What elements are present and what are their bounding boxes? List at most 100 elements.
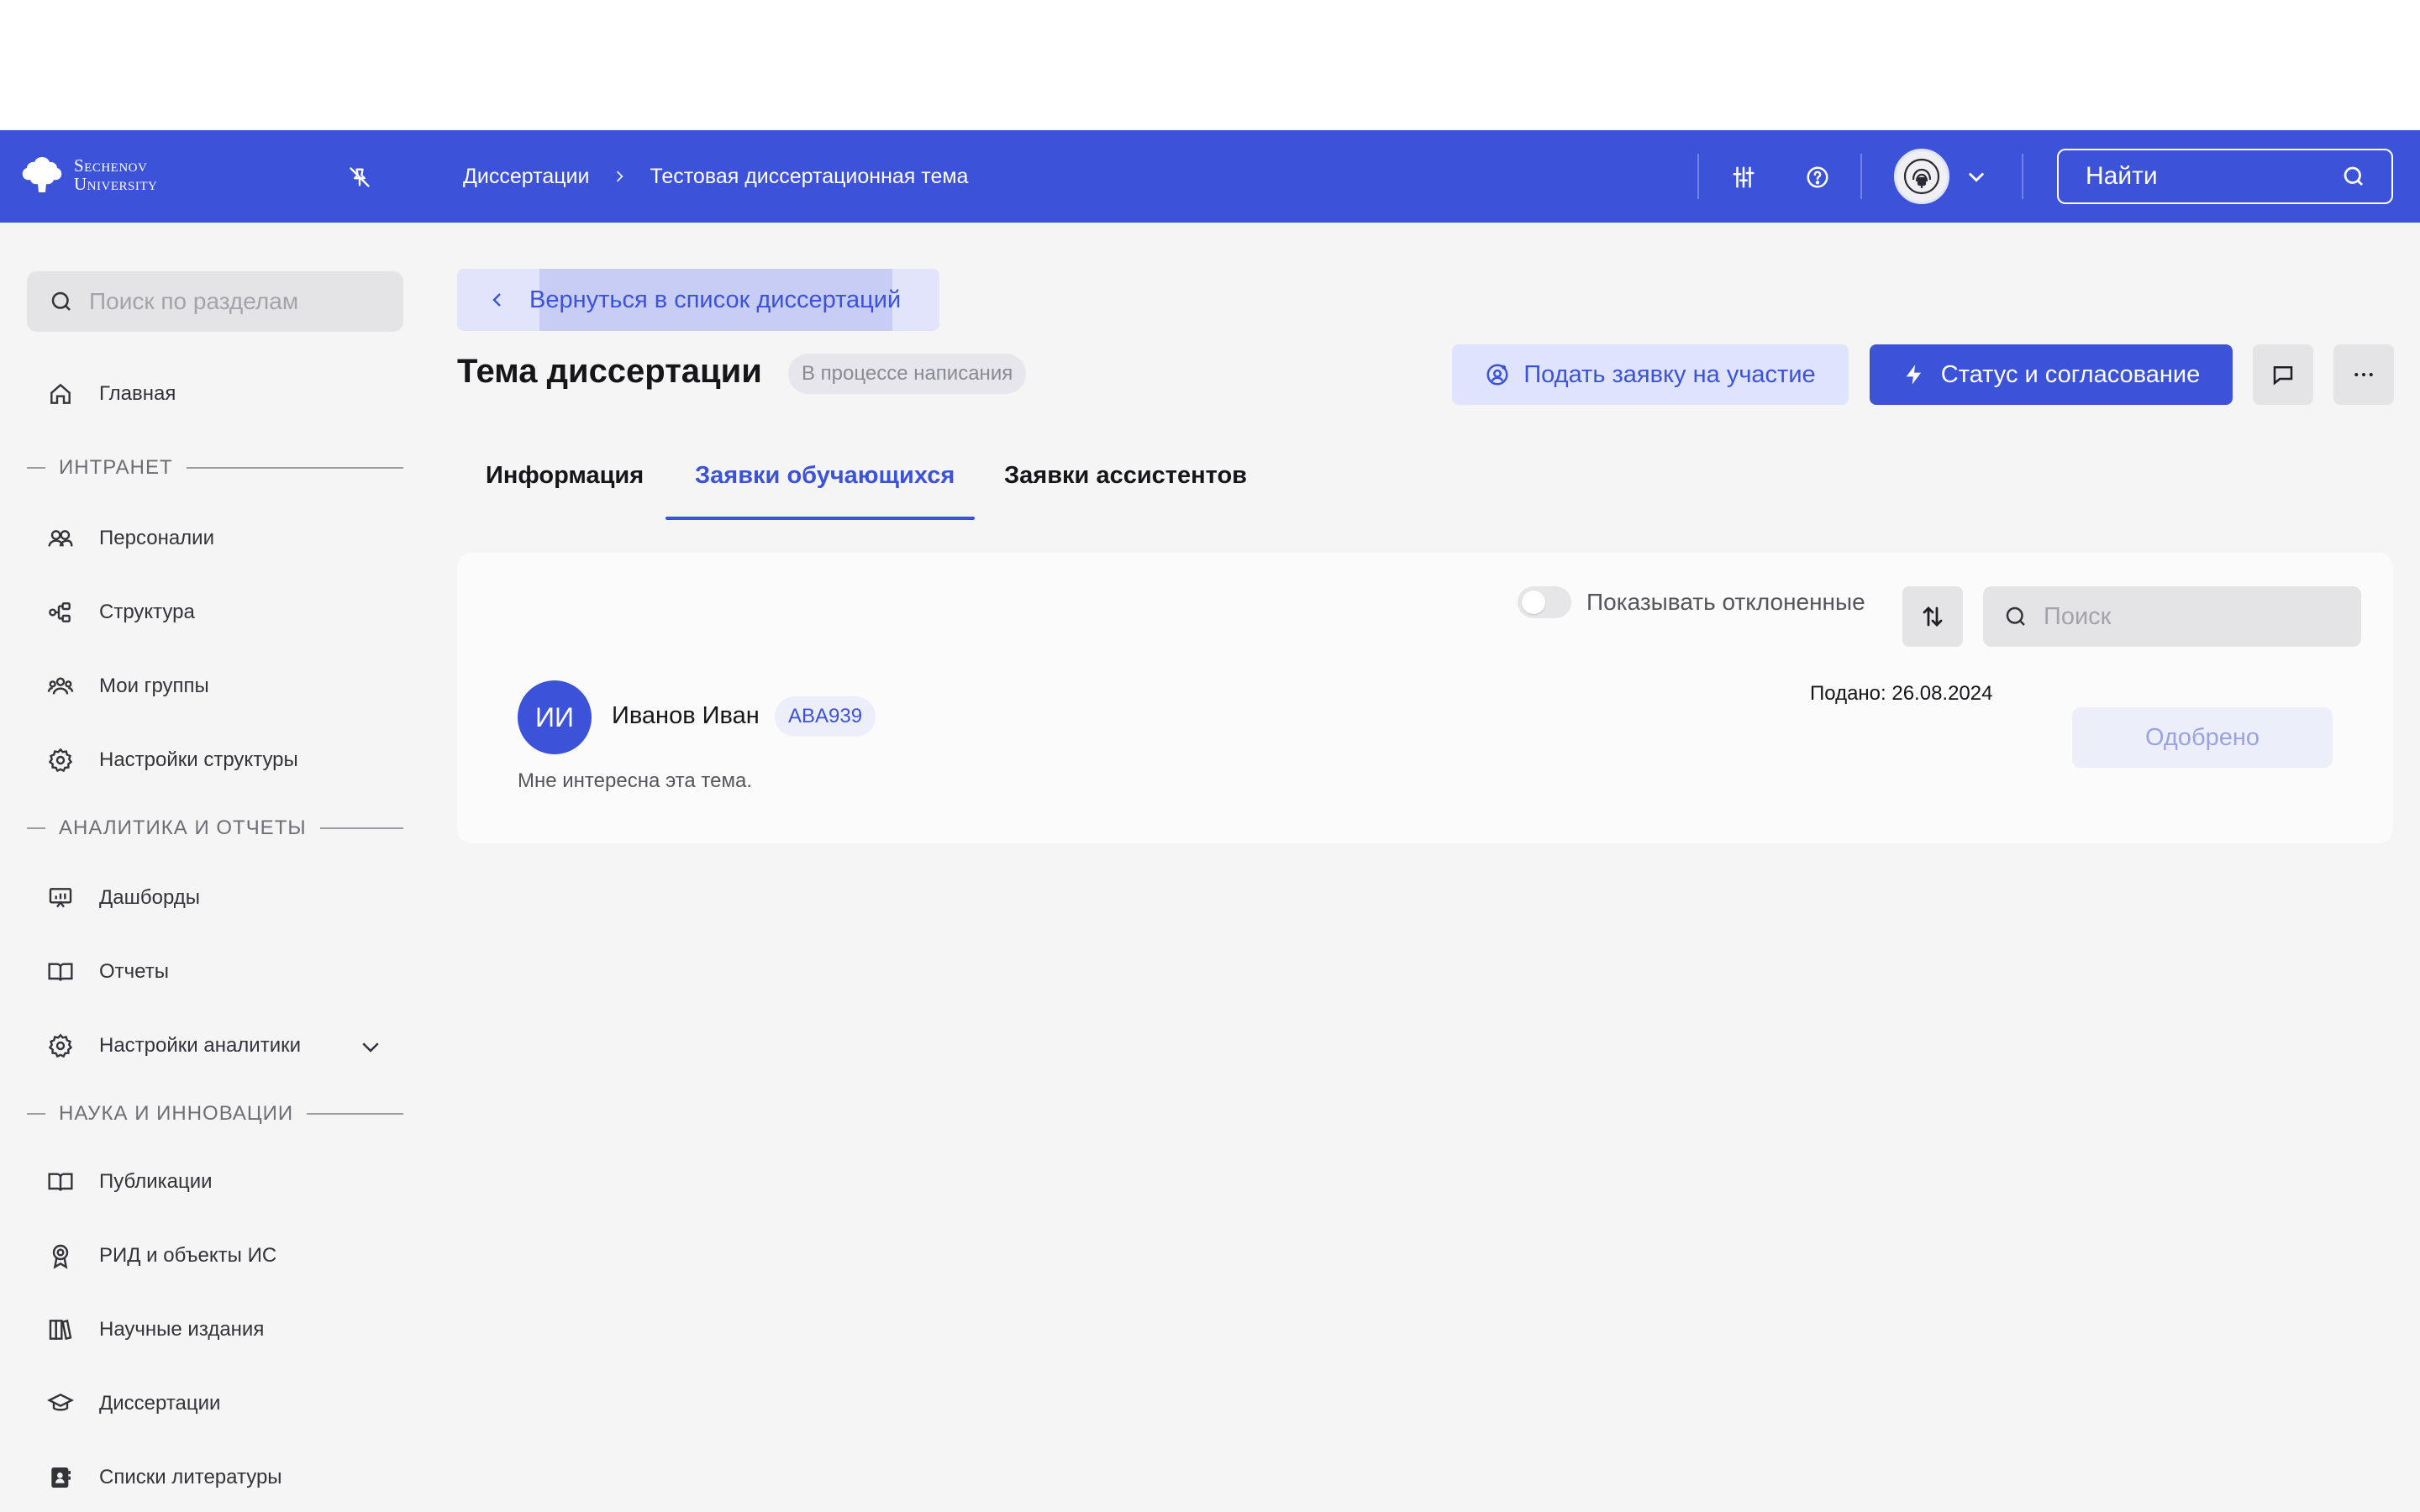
sidebar-section-analytics: АНАЛИТИКА И ОТЧЕТЫ: [27, 816, 403, 840]
approved-status-button[interactable]: Одобрено: [2072, 707, 2333, 768]
status-badge: В процессе написания: [788, 354, 1027, 394]
sidebar-item-label: Дашборды: [99, 886, 200, 909]
status-approval-button[interactable]: Статус и согласование: [1870, 344, 2233, 405]
show-rejected-toggle[interactable]: Показывать отклоненные: [1518, 586, 1865, 618]
home-icon: [50, 383, 71, 404]
applications-search-placeholder: Поиск: [2044, 602, 2112, 630]
header-divider: [2022, 154, 2023, 199]
avatar: ИИ: [518, 680, 592, 754]
university-logo[interactable]: Sechenov University: [18, 154, 157, 196]
top-header: Sechenov University Диссертации Тестовая…: [0, 130, 2420, 223]
tab-assistant-applications[interactable]: Заявки ассистентов: [1004, 462, 1247, 490]
sort-arrows-icon: [1923, 606, 1943, 627]
dashboard-icon: [49, 888, 72, 908]
book-open-icon: [48, 1173, 73, 1191]
application-message: Мне интересна эта тема.: [518, 769, 752, 792]
tab-information[interactable]: Информация: [486, 462, 644, 490]
show-rejected-label: Показывать отклоненные: [1586, 589, 1865, 615]
applicant-code-badge: ABA939: [775, 696, 876, 737]
back-label: Вернуться в список диссертаций: [529, 286, 902, 313]
global-search-button[interactable]: Найти: [2057, 149, 2393, 204]
breadcrumb: Диссертации Тестовая диссертационная тем…: [463, 130, 968, 223]
sidebar-item-label: Списки литературы: [99, 1466, 282, 1488]
sidebar-item-persons[interactable]: Персоналии: [47, 525, 214, 552]
user-plus-circle-icon: [1486, 364, 1508, 386]
award-icon: [52, 1244, 69, 1269]
chevron-left-icon: [492, 293, 501, 307]
sidebar-item-my-groups[interactable]: Мои группы: [47, 673, 209, 700]
more-horizontal-icon: [2354, 373, 2373, 376]
sidebar-item-bibliography[interactable]: Списки литературы: [47, 1464, 282, 1491]
applicant-name[interactable]: Иванов Иван: [612, 702, 760, 730]
sidebar-item-reports[interactable]: Отчеты: [47, 958, 169, 985]
sidebar-section-intranet: ИНТРАНЕТ: [27, 456, 403, 480]
global-search-label: Найти: [2086, 162, 2158, 190]
sidebar: Поиск по разделам Главная ИНТРАНЕТ Персо…: [0, 223, 420, 1512]
sidebar-item-label: Отчеты: [99, 960, 169, 983]
back-to-list-button[interactable]: Вернуться в список диссертаций: [457, 269, 939, 331]
sidebar-section-science: НАУКА И ИННОВАЦИИ: [27, 1102, 403, 1126]
help-button[interactable]: [1798, 158, 1837, 197]
logo-line-2: University: [74, 174, 158, 194]
header-divider: [1697, 154, 1699, 199]
sidebar-item-label: Настройки структуры: [99, 748, 298, 771]
breadcrumb-current-topic: Тестовая диссертационная тема: [650, 164, 969, 188]
toggle-switch[interactable]: [1518, 586, 1571, 618]
section-label: АНАЛИТИКА И ОТЧЕТЫ: [59, 816, 307, 839]
group-icon: [47, 677, 74, 695]
pin-off-icon: [350, 167, 370, 187]
section-label: ИНТРАНЕТ: [59, 456, 173, 479]
sidebar-search-input[interactable]: Поиск по разделам: [27, 271, 403, 332]
sidebar-item-dashboards[interactable]: Дашборды: [47, 885, 200, 911]
book-open-icon: [48, 963, 73, 981]
page-title: Тема диссертации: [457, 353, 762, 390]
comments-button[interactable]: [2253, 344, 2313, 405]
tab-student-applications[interactable]: Заявки обучающихся: [695, 462, 955, 490]
search-icon: [51, 291, 71, 311]
sidebar-item-label: Настройки аналитики: [99, 1034, 302, 1057]
gear-icon: [48, 1033, 73, 1058]
apply-label: Подать заявку на участие: [1523, 360, 1816, 388]
sidebar-item-analytics-settings[interactable]: Настройки аналитики: [47, 1032, 301, 1059]
search-icon: [2344, 166, 2363, 186]
user-menu[interactable]: [1894, 149, 1988, 204]
sidebar-item-home[interactable]: Главная: [47, 381, 176, 407]
sidebar-item-rid[interactable]: РИД и объекты ИС: [47, 1242, 276, 1269]
address-book-icon: [51, 1467, 71, 1488]
chevron-right-icon: [617, 171, 623, 182]
active-tab-indicator: [666, 517, 975, 520]
unpin-sidebar-button[interactable]: [343, 160, 376, 194]
sort-button[interactable]: [1902, 586, 1963, 647]
apply-participation-button[interactable]: Подать заявку на участие: [1452, 344, 1849, 405]
fingerprint-icon: [1903, 158, 1940, 195]
sidebar-item-structure[interactable]: Структура: [47, 599, 195, 626]
gear-icon: [48, 748, 73, 773]
sidebar-item-label: Научные издания: [99, 1318, 265, 1341]
logo-line-1: Sechenov: [74, 155, 148, 176]
sidebar-search-placeholder: Поиск по разделам: [89, 288, 299, 314]
applications-search-input[interactable]: Поиск: [1983, 586, 2361, 647]
chevron-down-icon: [1968, 172, 1985, 182]
sidebar-item-dissertations[interactable]: Диссертации: [47, 1390, 220, 1417]
lightning-icon: [1906, 365, 1921, 385]
books-icon: [49, 1319, 72, 1341]
chevron-down-icon[interactable]: [358, 1034, 383, 1059]
sidebar-item-label: Главная: [99, 382, 176, 405]
sidebar-item-label: РИД и объекты ИС: [99, 1244, 277, 1267]
graduation-cap-icon: [47, 1393, 74, 1411]
users-icon: [48, 530, 73, 547]
sidebar-item-label: Диссертации: [99, 1392, 221, 1415]
breadcrumb-dissertations[interactable]: Диссертации: [463, 165, 589, 189]
sidebar-item-publications[interactable]: Публикации: [47, 1168, 213, 1195]
applications-card: Показывать отклоненные Поиск ИИ Иванов И…: [457, 553, 2393, 843]
avatar: [1894, 149, 1949, 204]
help-circle-icon: [1807, 166, 1828, 188]
sidebar-item-structure-settings[interactable]: Настройки структуры: [47, 747, 298, 774]
sidebar-item-label: Публикации: [99, 1170, 213, 1193]
section-label: НАУКА И ИННОВАЦИИ: [59, 1102, 294, 1125]
more-actions-button[interactable]: [2333, 344, 2394, 405]
sliders-icon: [1733, 166, 1754, 188]
sidebar-item-label: Структура: [99, 601, 195, 623]
settings-sliders-button[interactable]: [1724, 158, 1763, 197]
sidebar-item-journals[interactable]: Научные издания: [47, 1316, 264, 1343]
